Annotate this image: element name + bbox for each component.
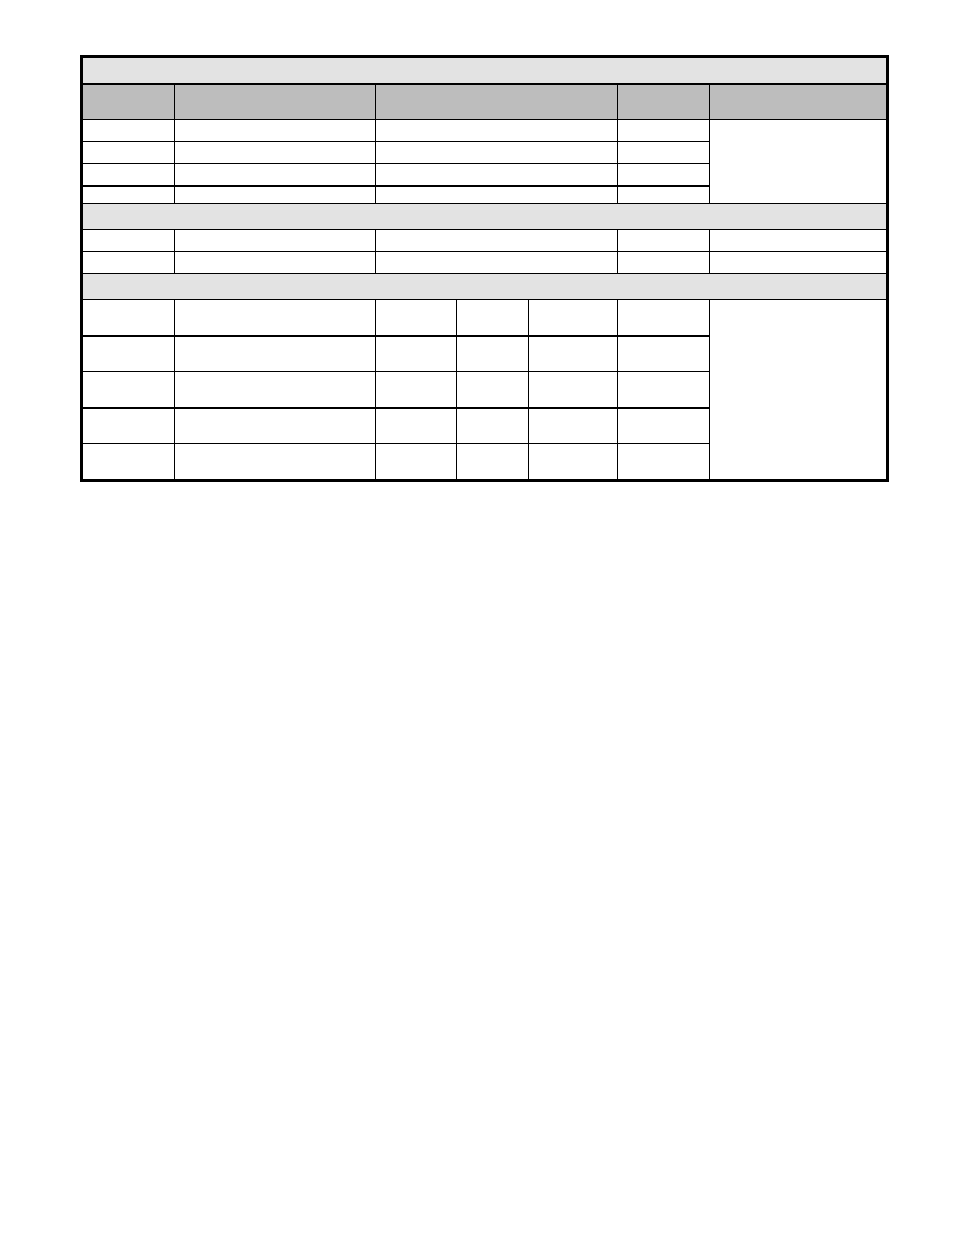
cell [175,142,376,164]
cell [617,372,709,408]
cell [529,372,617,408]
section-title [83,274,887,300]
cell [710,230,887,252]
cell [175,120,376,142]
cell [529,408,617,444]
cell [617,186,709,204]
cell-merged [710,300,887,480]
section-header-row [83,274,887,300]
cell [83,252,175,274]
cell [617,252,709,274]
cell [617,336,709,372]
cell [617,142,709,164]
cell [175,444,376,480]
table-row [83,252,887,274]
header-col-2 [175,84,376,120]
cell [456,300,528,336]
cell [83,120,175,142]
cell [175,252,376,274]
cell [83,336,175,372]
cell [83,164,175,186]
section-title [83,204,887,230]
cell [376,142,617,164]
cell [617,408,709,444]
cell [376,300,456,336]
cell [83,372,175,408]
cell [617,120,709,142]
cell [83,300,175,336]
cell [617,164,709,186]
header-col-5 [710,84,887,120]
cell [83,186,175,204]
table-row [83,120,887,142]
table-row [83,230,887,252]
cell [175,164,376,186]
cell [710,252,887,274]
cell [376,230,617,252]
cell [456,408,528,444]
cell [529,444,617,480]
header-col-3 [376,84,617,120]
cell [376,408,456,444]
cell-merged [710,120,887,204]
cell [529,300,617,336]
cell [175,408,376,444]
cell [376,444,456,480]
cell [529,336,617,372]
cell [175,230,376,252]
cell [456,444,528,480]
cell [175,300,376,336]
cell [83,444,175,480]
cell [175,372,376,408]
table-title-row [83,58,887,84]
cell [456,336,528,372]
section-header-row [83,204,887,230]
cell [376,372,456,408]
cell [376,252,617,274]
cell [175,336,376,372]
table-header-row [83,84,887,120]
table-title [83,58,887,84]
data-table [82,57,887,480]
cell [456,372,528,408]
cell [376,336,456,372]
cell [617,230,709,252]
cell [617,300,709,336]
cell [376,164,617,186]
cell [83,230,175,252]
cell [376,120,617,142]
cell [175,186,376,204]
cell [376,186,617,204]
cell [617,444,709,480]
cell [83,408,175,444]
table-row [83,300,887,336]
header-col-1 [83,84,175,120]
cell [83,142,175,164]
header-col-4 [617,84,709,120]
